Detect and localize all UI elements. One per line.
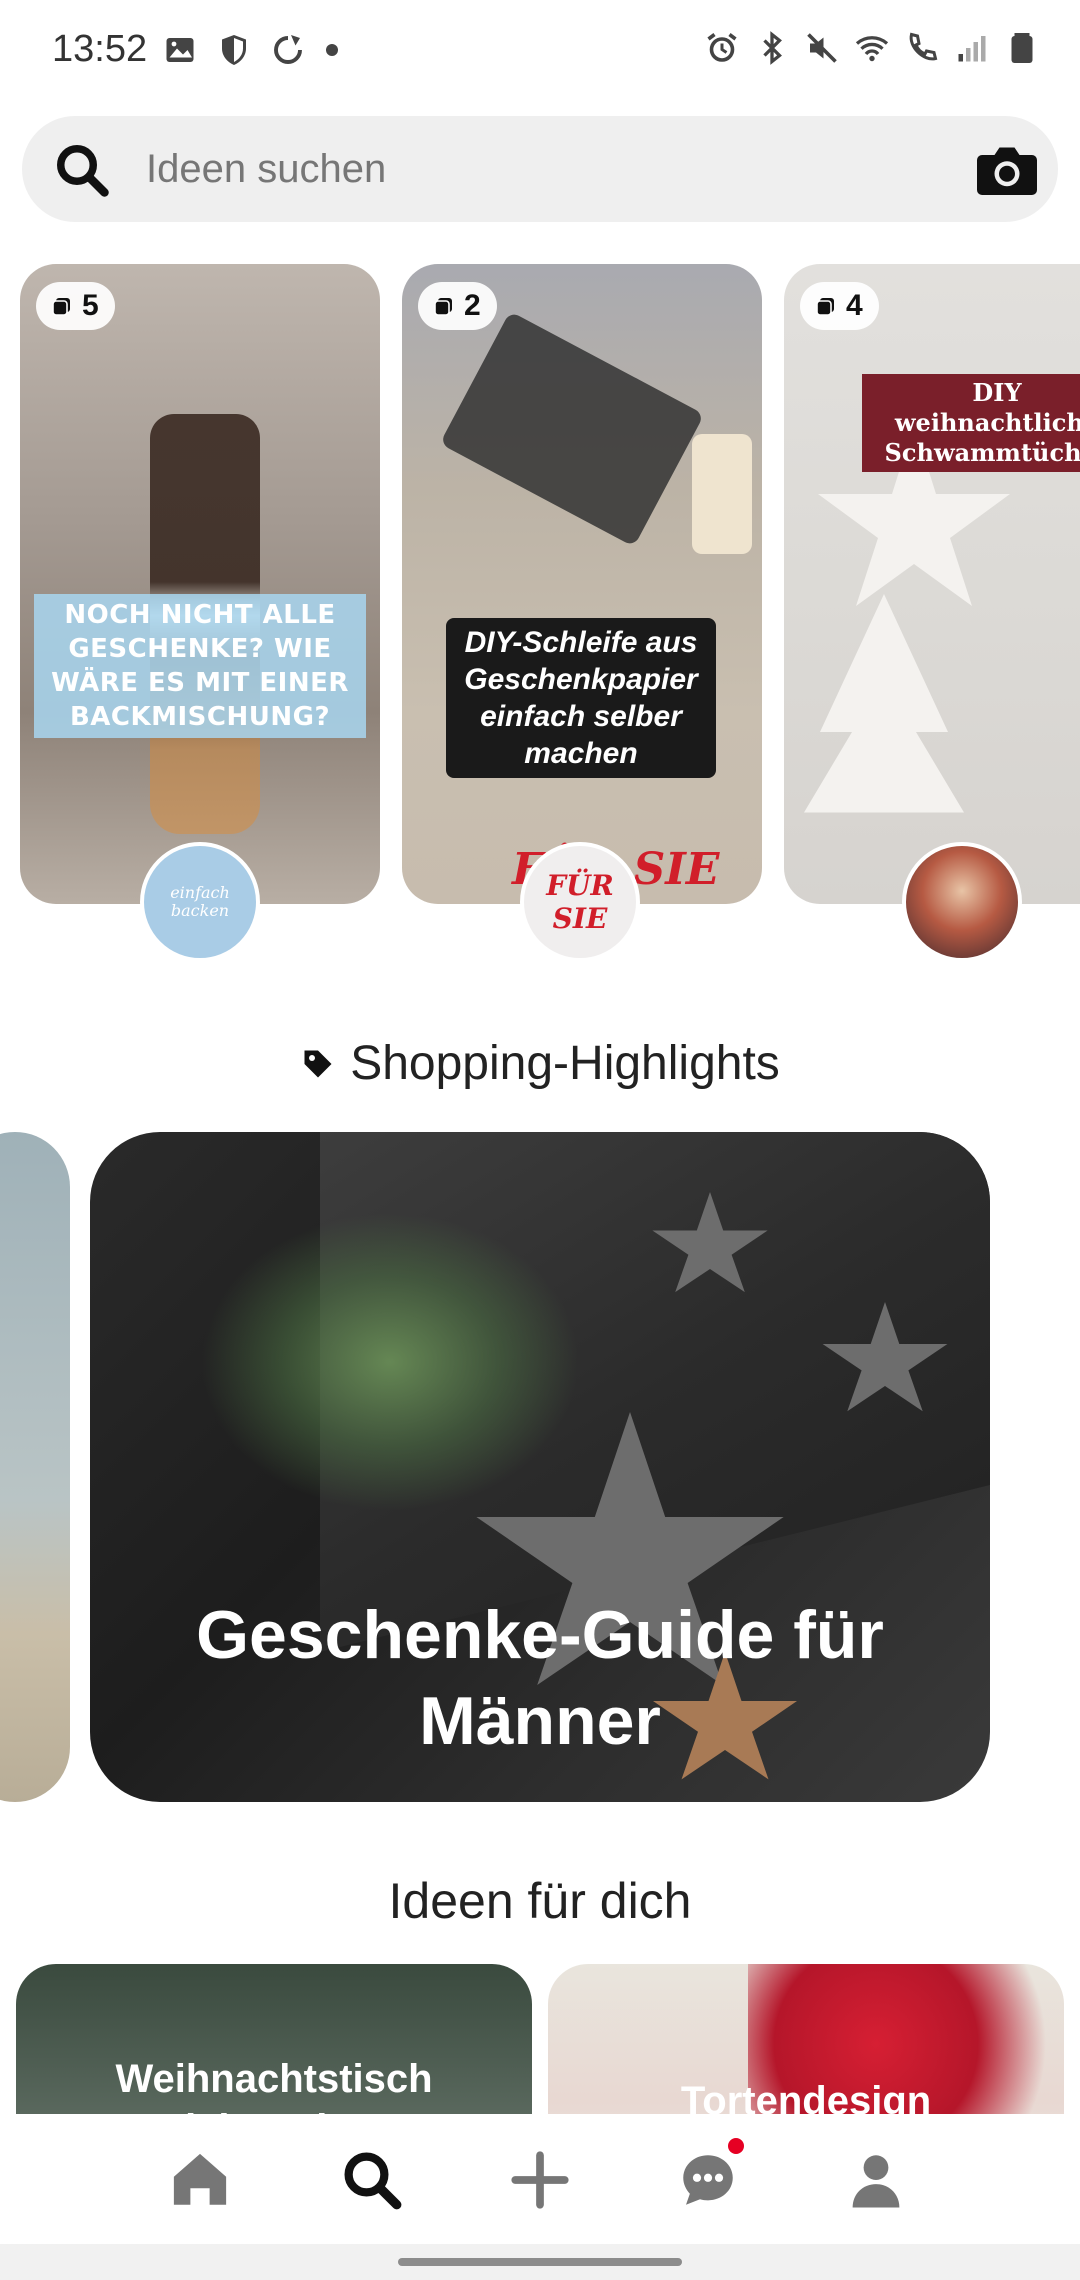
story-creator-avatar[interactable]: einfach backen [140,842,260,962]
search-bar[interactable] [22,116,1058,222]
story-page-count: 2 [464,289,481,322]
nav-messages[interactable] [668,2138,748,2218]
signal-icon [958,36,986,62]
story-card-diy-schleife[interactable]: 2 DIY-Schleife aus Geschenkpapier einfac… [402,264,762,904]
status-right-icons [704,30,1040,66]
profile-icon [852,2155,900,2208]
story-overlay-text: DIY-Schleife aus Geschenkpapier einfach … [446,618,716,778]
shopping-card-previous[interactable] [0,1132,70,1802]
story-creator-avatar[interactable]: FÜR SIE [520,842,640,962]
dot-icon [326,44,338,56]
nav-profile[interactable] [836,2142,916,2218]
story-page-count: 5 [82,289,99,322]
story-overlay-text: NOCH NICHT ALLE GESCHENKE? WIE WÄRE ES M… [34,594,366,738]
story-carousel[interactable]: 5 NOCH NICHT ALLE GESCHENKE? WIE WÄRE ES… [0,264,1080,974]
pine-sprig-image [200,1212,580,1512]
stack-icon [434,298,452,316]
shield-icon [222,35,246,65]
story-card-backmischung[interactable]: 5 NOCH NICHT ALLE GESCHENKE? WIE WÄRE ES… [20,264,380,904]
alarm-icon [707,33,737,62]
home-icon [173,2153,227,2205]
section-title: Shopping-Highlights [350,1037,780,1090]
story-creator-avatar[interactable] [902,842,1022,962]
story-page-count-badge: 5 [36,282,115,330]
story-page-count-badge: 4 [800,282,879,330]
candle-image [692,434,752,554]
notification-dot [728,2138,744,2154]
wifi-icon [855,36,889,62]
shopping-highlights-header: Shopping-Highlights [0,1036,1080,1091]
shopping-card-guide[interactable]: Geschenke-Guide für Männer [90,1132,990,1802]
gallery-icon [166,38,194,62]
home-gesture-bar[interactable] [398,2258,682,2266]
tree-cutout-image [804,594,964,813]
story-page-count: 4 [846,289,863,322]
search-icon [344,2152,402,2210]
plus-icon [511,2151,569,2209]
story-image [439,311,705,547]
status-left-icons [162,32,340,68]
bottom-nav [0,2114,1080,2244]
nav-create[interactable] [500,2142,580,2218]
tag-icon [304,1050,332,1077]
ideas-header: Ideen für dich [388,1873,692,1929]
camera-icon[interactable] [974,140,1040,200]
story-overlay-text: DIY weihnachtliche Schwammtücher [862,374,1080,472]
nav-home[interactable] [160,2142,240,2218]
status-bar: 13:52 [0,0,1080,100]
mute-icon [807,33,837,63]
story-card-schwammtuecher[interactable]: 4 DIY weihnachtliche Schwammtücher [784,264,1080,904]
search-icon[interactable] [52,140,112,200]
stack-icon [52,298,70,316]
nav-search[interactable] [332,2142,412,2218]
story-page-count-badge: 2 [418,282,497,330]
system-gesture-area [0,2244,1080,2280]
search-input[interactable] [146,140,966,198]
battery-icon [1011,33,1033,63]
call-icon [909,32,938,61]
sync-icon [274,35,302,64]
messages-icon [683,2155,733,2205]
bluetooth-icon [763,31,782,65]
shopping-card-title: Geschenke-Guide für Männer [196,1597,884,1759]
stack-icon [816,298,834,316]
status-time: 13:52 [52,28,148,70]
